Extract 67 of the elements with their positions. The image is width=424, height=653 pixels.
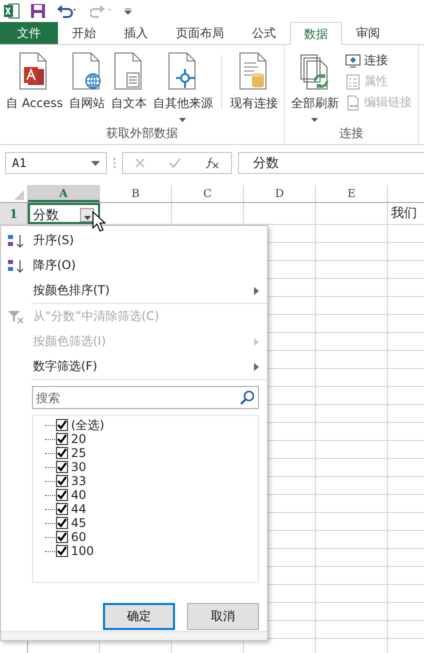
menu-item[interactable]: 数字筛选(F) bbox=[1, 354, 267, 379]
ribbon-command[interactable]: 全部刷新 bbox=[288, 49, 341, 124]
ribbon-tab[interactable]: 插入 bbox=[110, 22, 162, 44]
dropdown-caret-icon[interactable] bbox=[91, 160, 100, 166]
checkbox[interactable] bbox=[56, 517, 68, 529]
list-icon bbox=[344, 74, 361, 90]
ribbon-tab[interactable]: 审阅 bbox=[342, 22, 394, 44]
ok-button[interactable]: 确定 bbox=[103, 603, 175, 630]
value-label: 60 bbox=[71, 530, 86, 544]
menu-item[interactable]: 降序(O) bbox=[1, 253, 267, 278]
checkbox[interactable] bbox=[56, 461, 68, 473]
excel-logo-icon[interactable] bbox=[4, 3, 20, 19]
row-header[interactable]: 1 bbox=[0, 203, 28, 224]
checkbox[interactable] bbox=[56, 489, 68, 501]
formula-field[interactable]: 分数 bbox=[238, 152, 424, 174]
cell-text: 分数 bbox=[33, 208, 59, 223]
ribbon-command[interactable]: 自网站 bbox=[66, 49, 107, 124]
save-icon[interactable] bbox=[30, 3, 46, 19]
value-label: 33 bbox=[71, 474, 86, 488]
name-box[interactable]: A1 bbox=[5, 152, 107, 174]
column-header[interactable]: E bbox=[316, 185, 388, 202]
ribbon-tab[interactable]: 页面布局 bbox=[162, 22, 238, 44]
checkbox[interactable] bbox=[56, 531, 68, 543]
ribbon-tab[interactable]: 开始 bbox=[58, 22, 110, 44]
column-header[interactable]: A bbox=[28, 185, 100, 202]
value-label: (全选) bbox=[71, 418, 104, 432]
insert-function-icon[interactable] bbox=[205, 157, 219, 169]
customize-caret-icon[interactable] bbox=[124, 7, 132, 15]
monitor-icon bbox=[344, 52, 361, 68]
ribbon-tab[interactable]: 数据 bbox=[290, 22, 342, 45]
column-header[interactable]: B bbox=[100, 185, 172, 202]
checkbox[interactable] bbox=[56, 419, 68, 431]
ribbon-command[interactable]: 现有连接 bbox=[228, 49, 280, 124]
value-label: 25 bbox=[71, 446, 86, 460]
value-label: 100 bbox=[71, 544, 94, 558]
cancel-button[interactable]: 取消 bbox=[187, 603, 259, 630]
resize-grip[interactable] bbox=[1, 631, 267, 640]
ribbon-command[interactable]: 连接 bbox=[342, 51, 414, 70]
menu-item[interactable]: 按颜色排序(T) bbox=[1, 278, 267, 303]
checkbox[interactable] bbox=[56, 433, 68, 445]
value-label: 30 bbox=[71, 460, 86, 474]
grip-icon bbox=[113, 157, 116, 169]
ribbon-command[interactable]: 自 Access bbox=[4, 49, 65, 124]
ribbon-command[interactable]: 自文本 bbox=[108, 49, 149, 124]
checkbox[interactable] bbox=[56, 503, 68, 515]
group-label: 连接 bbox=[338, 125, 364, 142]
filter-button[interactable] bbox=[80, 208, 94, 222]
cell-text: 我们 bbox=[391, 206, 417, 221]
column-header[interactable]: C bbox=[172, 185, 244, 202]
column-header[interactable]: D bbox=[244, 185, 316, 202]
ribbon-command[interactable]: 自其他来源 bbox=[150, 49, 215, 124]
search-icon bbox=[240, 390, 254, 405]
value-label: 44 bbox=[71, 502, 86, 516]
search-field[interactable]: 搜索 bbox=[32, 386, 259, 409]
file-tab[interactable]: 文件 bbox=[0, 22, 58, 44]
menu-item[interactable]: 升序(S) bbox=[1, 228, 267, 253]
group-label: 获取外部数据 bbox=[104, 125, 179, 142]
value-label: 45 bbox=[71, 516, 86, 530]
document-icon bbox=[344, 94, 361, 110]
checkbox[interactable] bbox=[56, 475, 68, 487]
value-label: 20 bbox=[71, 432, 86, 446]
checkbox[interactable] bbox=[56, 447, 68, 459]
caret-icon bbox=[82, 215, 92, 221]
ribbon-tab[interactable]: 公式 bbox=[238, 22, 290, 44]
check-icon[interactable] bbox=[169, 158, 181, 168]
checkbox[interactable] bbox=[56, 545, 68, 557]
value-label: 40 bbox=[71, 488, 86, 502]
